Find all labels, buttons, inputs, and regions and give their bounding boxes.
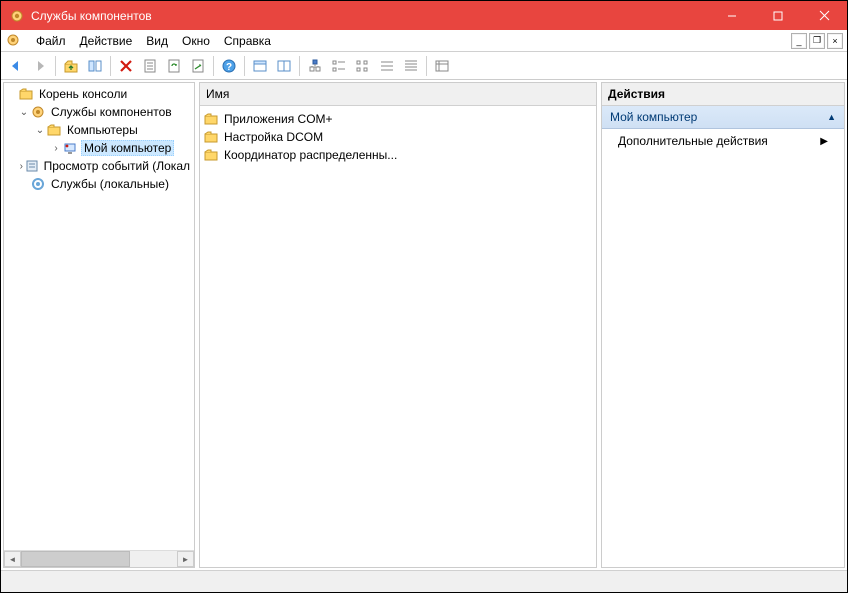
app-icon: [9, 8, 25, 24]
list-item-label: Настройка DCOM: [224, 130, 323, 144]
folder-icon: [18, 86, 34, 102]
actions-more[interactable]: Дополнительные действия ▶: [602, 129, 844, 153]
collapse-caret-icon: ▲: [827, 112, 836, 122]
collapse-icon[interactable]: ⌄: [34, 125, 46, 136]
actions-more-label: Дополнительные действия: [618, 134, 768, 148]
show-hide-console-button[interactable]: [84, 55, 106, 77]
list-item-label: Приложения COM+: [224, 112, 333, 126]
collapse-icon[interactable]: ⌄: [18, 107, 30, 118]
view-status1-button[interactable]: [304, 55, 326, 77]
folder-icon: [204, 148, 220, 162]
list-pane: Имя Приложения COM+ Настройка DCOM Коорд…: [199, 82, 597, 568]
actions-section[interactable]: Мой компьютер ▲: [602, 106, 844, 129]
actions-pane: Действия Мой компьютер ▲ Дополнительные …: [601, 82, 845, 568]
folder-icon: [46, 122, 62, 138]
tree-computers[interactable]: ⌄ Компьютеры: [6, 121, 192, 139]
menu-view[interactable]: Вид: [139, 32, 175, 50]
expand-icon[interactable]: ›: [18, 161, 25, 172]
computer-icon: [62, 140, 78, 156]
scroll-thumb[interactable]: [21, 551, 130, 567]
refresh-button[interactable]: [163, 55, 185, 77]
toolbar: ?: [1, 52, 847, 80]
list-item[interactable]: Координатор распределенны...: [204, 146, 592, 164]
tree-component-services[interactable]: ⌄ Службы компонентов: [6, 103, 192, 121]
properties-button[interactable]: [139, 55, 161, 77]
tree-my-computer[interactable]: › Мой компьютер: [6, 139, 192, 157]
tree-event-viewer[interactable]: › Просмотр событий (Локал: [6, 157, 192, 175]
mdi-close-button[interactable]: ×: [827, 33, 843, 49]
menubar: Файл Действие Вид Окно Справка _ ❐ ×: [1, 30, 847, 52]
tree-services-local-label: Службы (локальные): [49, 177, 171, 191]
help-button[interactable]: ?: [218, 55, 240, 77]
export-list-button[interactable]: [187, 55, 209, 77]
titlebar: Службы компонентов: [1, 1, 847, 30]
view-list2-button[interactable]: [400, 55, 422, 77]
actions-header: Действия: [602, 83, 844, 106]
up-folder-button[interactable]: [60, 55, 82, 77]
close-button[interactable]: [801, 1, 847, 30]
menu-action[interactable]: Действие: [73, 32, 140, 50]
tree-pane: Корень консоли ⌄ Службы компонентов ⌄ Ко…: [3, 82, 195, 568]
mdi-minimize-button[interactable]: _: [791, 33, 807, 49]
list-header[interactable]: Имя: [200, 83, 596, 106]
maximize-button[interactable]: [755, 1, 801, 30]
list-item[interactable]: Настройка DCOM: [204, 128, 592, 146]
view-details-button[interactable]: [431, 55, 453, 77]
toggle-panel-button[interactable]: [249, 55, 271, 77]
view-status2-button[interactable]: [328, 55, 350, 77]
list-item-label: Координатор распределенны...: [224, 148, 397, 162]
list-item[interactable]: Приложения COM+: [204, 110, 592, 128]
app-menu-icon: [5, 32, 23, 50]
folder-icon: [204, 130, 220, 144]
folder-icon: [204, 112, 220, 126]
tree-services-local[interactable]: Службы (локальные): [6, 175, 192, 193]
tree-event-viewer-label: Просмотр событий (Локал: [42, 159, 192, 173]
tree-root-label: Корень консоли: [37, 87, 129, 101]
view-list1-button[interactable]: [376, 55, 398, 77]
tree-root[interactable]: Корень консоли: [6, 85, 192, 103]
tree-computers-label: Компьютеры: [65, 123, 140, 137]
tree-my-computer-label: Мой компьютер: [81, 140, 174, 156]
tree-component-services-label: Службы компонентов: [49, 105, 174, 119]
svg-text:?: ?: [226, 62, 232, 73]
delete-button[interactable]: [115, 55, 137, 77]
console-tree[interactable]: Корень консоли ⌄ Службы компонентов ⌄ Ко…: [4, 83, 194, 550]
actions-section-label: Мой компьютер: [610, 110, 697, 124]
statusbar: [1, 570, 847, 592]
window-title: Службы компонентов: [31, 9, 709, 23]
menu-window[interactable]: Окно: [175, 32, 217, 50]
expand-icon[interactable]: ›: [50, 143, 62, 154]
menu-file[interactable]: Файл: [29, 32, 73, 50]
services-icon: [30, 176, 46, 192]
scroll-left-icon[interactable]: ◄: [4, 551, 21, 567]
event-viewer-icon: [25, 158, 39, 174]
back-button[interactable]: [5, 55, 27, 77]
scroll-right-icon[interactable]: ►: [177, 551, 194, 567]
submenu-caret-icon: ▶: [820, 136, 828, 147]
component-services-icon: [30, 104, 46, 120]
view-columns-button[interactable]: [273, 55, 295, 77]
menu-help[interactable]: Справка: [217, 32, 278, 50]
view-status3-button[interactable]: [352, 55, 374, 77]
minimize-button[interactable]: [709, 1, 755, 30]
list-body[interactable]: Приложения COM+ Настройка DCOM Координат…: [200, 106, 596, 567]
tree-hscrollbar[interactable]: ◄ ►: [4, 550, 194, 567]
mdi-restore-button[interactable]: ❐: [809, 33, 825, 49]
forward-button[interactable]: [29, 55, 51, 77]
